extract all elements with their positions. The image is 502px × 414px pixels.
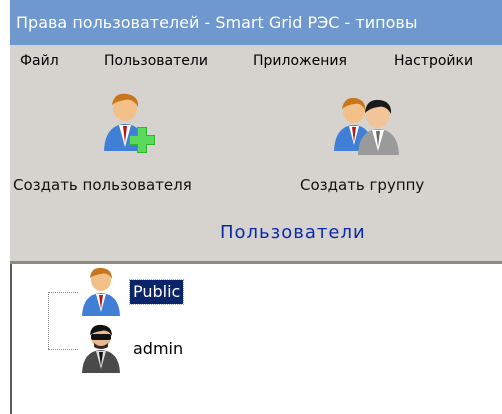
menu-users[interactable]: Пользователи [104,52,208,70]
ribbon-group-label: Пользователи [220,222,366,243]
tree-connector [48,349,78,350]
users-tree: Public admin [10,264,502,414]
tree-connector [48,292,78,293]
admin-user-icon [82,324,120,373]
tree-node-label: Public [128,279,185,305]
tree-node-admin[interactable]: admin [78,323,208,375]
ribbon: Создать пользователя Создать группу Поль… [10,75,502,261]
menu-settings[interactable]: Настройки [394,52,473,70]
window-title: Права пользователей - Smart Grid РЭС - т… [10,0,502,45]
tree-connector [48,292,49,349]
tree-node-public[interactable]: Public [78,266,208,318]
create-group-label: Создать группу [300,176,425,194]
left-desktop-strip [0,0,10,414]
app-window: Права пользователей - Smart Grid РЭС - т… [10,0,502,414]
menu-applications[interactable]: Приложения [253,52,347,70]
menu-bar: Файл Пользователи Приложения Настройки [10,45,502,75]
create-user-button[interactable]: Создать пользователя [10,75,260,200]
menu-file[interactable]: Файл [20,52,59,70]
user-icon [82,267,120,316]
create-user-label: Создать пользователя [13,176,192,194]
tree-node-label: admin [133,339,184,358]
add-user-icon [104,93,155,153]
user-group-icon [334,97,399,155]
create-group-button[interactable]: Создать группу [290,75,460,200]
